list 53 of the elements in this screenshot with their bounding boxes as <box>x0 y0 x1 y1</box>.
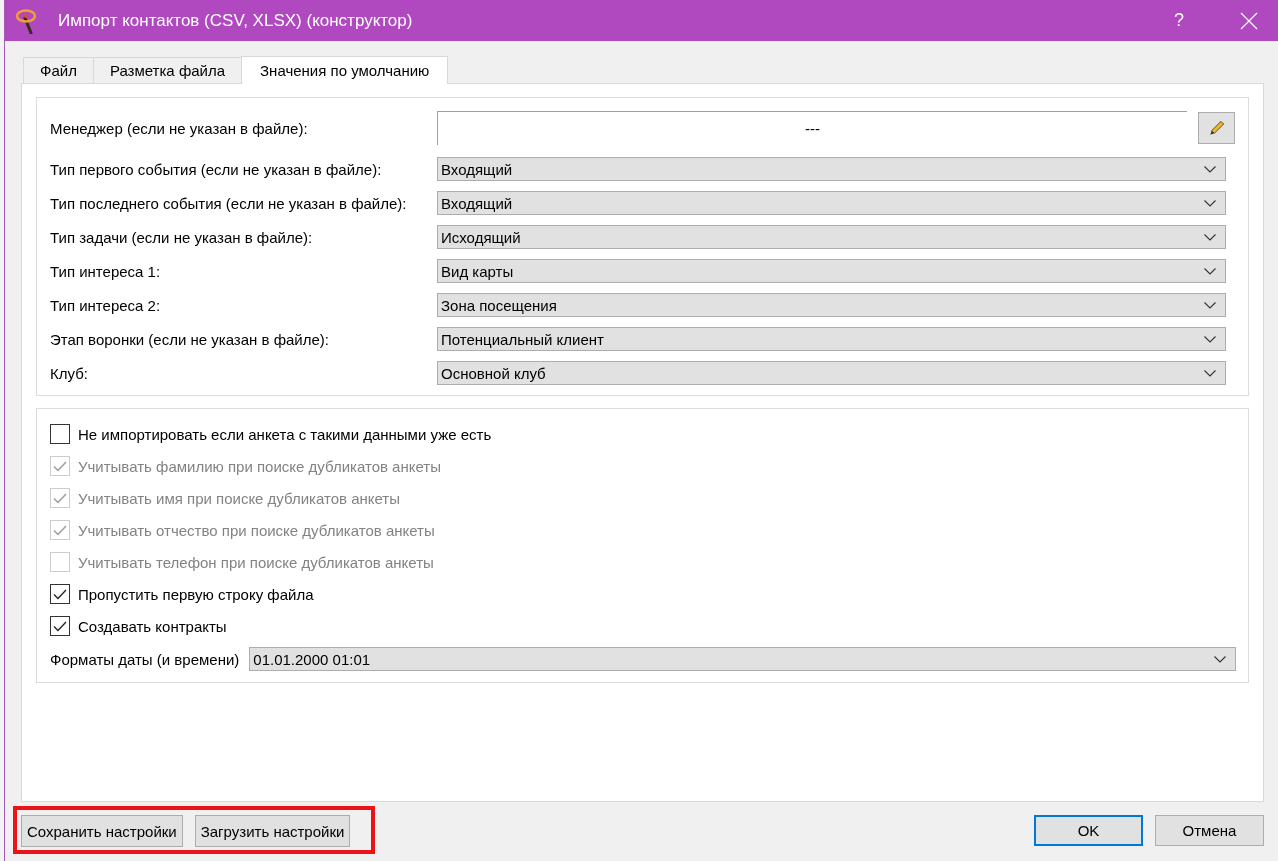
checkbox[interactable] <box>50 424 70 444</box>
field-label: Тип задачи (если не указан в файле): <box>50 228 314 246</box>
dialog-button[interactable]: OK <box>1034 814 1143 846</box>
field-label: Тип интереса 2: <box>50 296 162 314</box>
checkbox-label: Учитывать отчество при поиске дубликатов анкеты <box>78 521 435 539</box>
help-button[interactable]: ? <box>1170 10 1188 31</box>
field-label: Форматы даты (и времени) <box>50 650 240 668</box>
close-icon[interactable] <box>1240 11 1258 30</box>
dialog-button[interactable]: Отмена <box>1155 814 1264 846</box>
checkbox-label: Учитывать имя при поиске дубликатов анкеты <box>78 489 401 507</box>
checkbox-label: Создавать контракты <box>78 617 227 635</box>
checkbox-label: Не импортировать если анкета с такими данными уже есть <box>78 425 492 443</box>
dropdown[interactable]: Основной клуб <box>437 361 1226 385</box>
dropdown[interactable]: Потенциальный клиент <box>437 327 1226 351</box>
window-title: Импорт контактов (CSV, XLSX) (конструктор) <box>58 10 413 31</box>
manager-field[interactable]: --- <box>437 111 1187 145</box>
dropdown[interactable]: Входящий <box>437 191 1226 215</box>
checkbox-label: Учитывать телефон при поиске дубликатов анкеты <box>78 553 434 571</box>
chevron-down-icon <box>1204 199 1216 207</box>
field-label: Этап воронки (если не указан в файле): <box>50 330 330 348</box>
checkmark-icon <box>53 588 67 600</box>
chevron-down-icon <box>1204 301 1216 309</box>
chevron-down-icon <box>1204 335 1216 343</box>
settings-button[interactable]: Загрузить настройки <box>194 815 351 847</box>
tab[interactable]: Значения по умолчанию <box>241 56 449 84</box>
field-label: Менеджер (если не указан в файле): <box>50 119 309 137</box>
checkmark-icon <box>53 524 67 536</box>
chevron-down-icon <box>1204 267 1216 275</box>
checkbox[interactable] <box>50 616 70 636</box>
chevron-down-icon <box>1204 233 1216 241</box>
edit-button[interactable] <box>1198 112 1235 144</box>
dropdown[interactable]: Зона посещения <box>437 293 1226 317</box>
checkbox-label: Пропустить первую строку файла <box>78 585 314 603</box>
dropdown[interactable]: Исходящий <box>437 225 1226 249</box>
field-label: Клуб: <box>50 364 89 382</box>
field-label: Тип интереса 1: <box>50 262 162 280</box>
wand-icon <box>15 7 39 34</box>
tab[interactable]: Файл <box>23 57 94 83</box>
checkbox-label: Учитывать фамилию при поиске дубликатов анкеты <box>78 457 441 475</box>
dropdown[interactable]: 01.01.2000 01:01 <box>249 647 1236 671</box>
checkmark-icon <box>53 460 67 472</box>
settings-button[interactable]: Сохранить настройки <box>21 815 183 847</box>
chevron-down-icon <box>1204 369 1216 377</box>
dropdown[interactable]: Вид карты <box>437 259 1226 283</box>
chevron-down-icon <box>1214 655 1226 663</box>
pencil-icon <box>1208 120 1225 136</box>
field-label: Тип первого события (если не указан в файле): <box>50 160 383 178</box>
chevron-down-icon <box>1204 165 1216 173</box>
checkbox[interactable] <box>50 584 70 604</box>
checkmark-icon <box>53 492 67 504</box>
dropdown[interactable]: Входящий <box>437 157 1226 181</box>
field-label: Тип последнего события (если не указан в файле): <box>50 194 408 212</box>
checkmark-icon <box>53 620 67 632</box>
